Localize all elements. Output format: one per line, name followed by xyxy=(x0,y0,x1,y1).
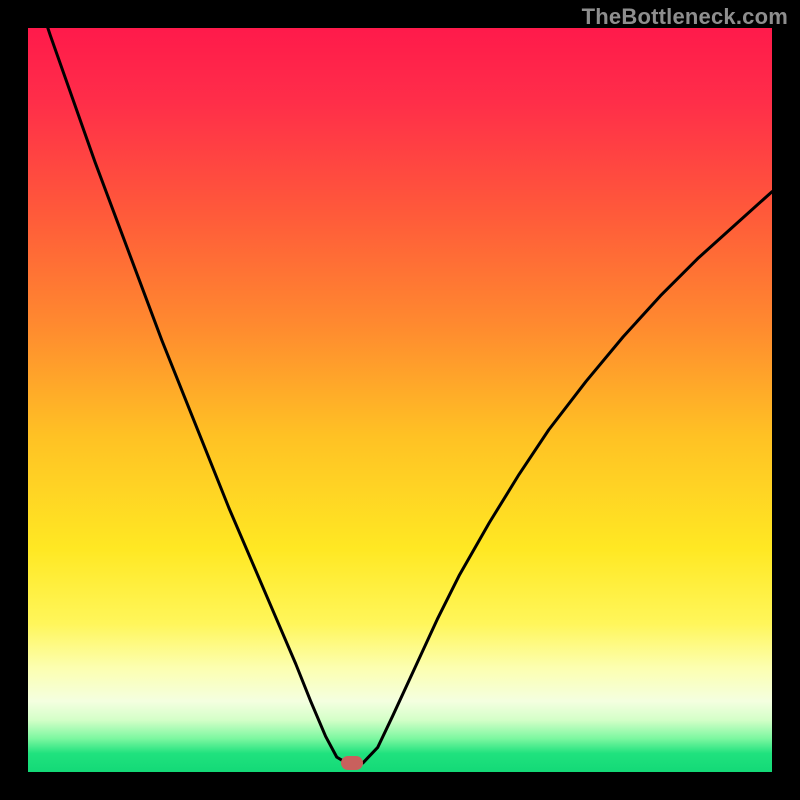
watermark-text: TheBottleneck.com xyxy=(582,4,788,30)
plot-area xyxy=(28,28,772,772)
bottleneck-curve xyxy=(28,28,772,772)
chart-frame: TheBottleneck.com xyxy=(0,0,800,800)
minimum-marker xyxy=(341,756,363,770)
